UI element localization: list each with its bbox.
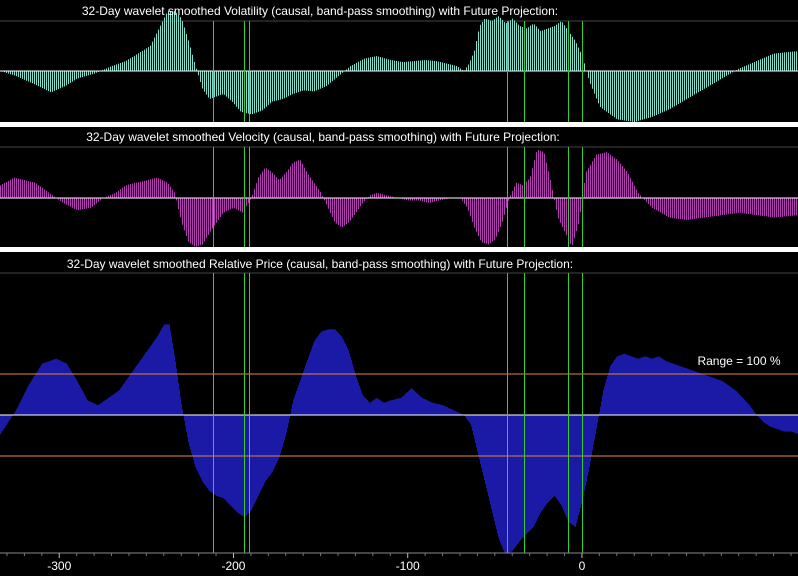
range-annotation: Range = 100 % [697, 354, 780, 368]
x-axis: -300 -200 -100 0 [0, 552, 798, 576]
x-tick-label: -100 [396, 559, 420, 573]
velocity-title: 32-Day wavelet smoothed Velocity (causal… [86, 130, 560, 144]
volatility-title: 32-Day wavelet smoothed Volatility (caus… [82, 4, 558, 18]
chart-canvas: 32-Day wavelet smoothed Volatility (caus… [0, 0, 798, 576]
panel-separator-1 [0, 122, 798, 127]
price-title: 32-Day wavelet smoothed Relative Price (… [67, 257, 573, 271]
x-tick-label: 0 [579, 559, 586, 573]
panel-separator-2 [0, 247, 798, 252]
x-tick-label: -300 [47, 559, 71, 573]
x-tick-label: -200 [221, 559, 245, 573]
